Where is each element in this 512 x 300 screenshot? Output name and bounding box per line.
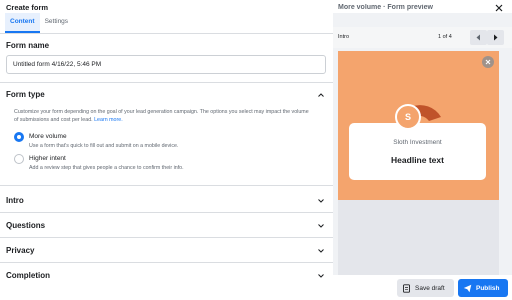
publish-label: Publish [476,284,500,292]
form-preview-panel: More volume · Form preview Intro 1 of 4 … [333,4,512,300]
save-draft-label: Save draft [415,284,445,292]
more-volume-label: More volume [29,133,67,140]
divider [0,82,333,83]
company-name: Sloth Investment [393,139,442,146]
dialog-title: Create form [6,3,49,12]
divider [0,212,333,213]
tab-settings[interactable]: Settings [40,13,74,33]
triangle-right-icon [494,34,498,41]
document-icon [403,283,410,293]
preview-page-count: 1 of 4 [438,34,452,40]
headline-text: Headline text [391,155,444,165]
save-draft-button[interactable]: Save draft [397,279,454,297]
chevron-down-icon[interactable] [317,222,325,230]
tab-content[interactable]: Content [5,13,40,33]
section-completion[interactable]: Completion [6,271,50,280]
close-icon[interactable] [482,56,494,68]
section-questions[interactable]: Questions [6,221,45,230]
more-volume-description: Use a form that's quick to fill out and … [29,143,179,149]
next-page-button[interactable] [487,30,504,45]
dialog-footer: Save draft Publish [333,275,512,300]
chevron-down-icon[interactable] [317,197,325,205]
higher-intent-label: Higher intent [29,155,66,162]
avatar: S [395,104,421,130]
divider [0,237,333,238]
tab-bar: Content Settings [5,13,73,33]
form-name-input[interactable]: Untitled form 4/16/22, 5:46 PM [6,55,326,74]
chevron-up-icon[interactable] [317,91,325,99]
higher-intent-description: Add a review step that gives people a ch… [29,165,184,171]
divider [0,262,333,263]
divider [0,185,333,186]
preview-canvas: S Sloth Investment Headline text [338,51,499,200]
chevron-down-icon[interactable] [317,272,325,280]
more-volume-radio[interactable] [14,132,24,142]
preview-pager: Intro 1 of 4 [333,27,512,48]
publish-button[interactable]: Publish [458,279,508,297]
preview-title: More volume · Form preview [338,4,433,11]
intro-card [349,123,486,180]
previous-page-button[interactable] [470,30,487,45]
section-intro[interactable]: Intro [6,196,24,205]
learn-more-link[interactable]: Learn more. [94,117,123,123]
send-icon [463,284,472,292]
form-type-label: Form type [6,90,45,99]
tab-divider [0,33,333,34]
form-editor-panel: Content Settings Form name Untitled form… [0,13,333,300]
section-privacy[interactable]: Privacy [6,246,34,255]
triangle-left-icon [476,34,480,41]
form-name-label: Form name [6,41,50,50]
form-type-description: Customize your form depending on the goa… [14,109,309,123]
preview-step-label: Intro [338,34,350,40]
higher-intent-radio[interactable] [14,154,24,164]
chevron-down-icon[interactable] [317,247,325,255]
